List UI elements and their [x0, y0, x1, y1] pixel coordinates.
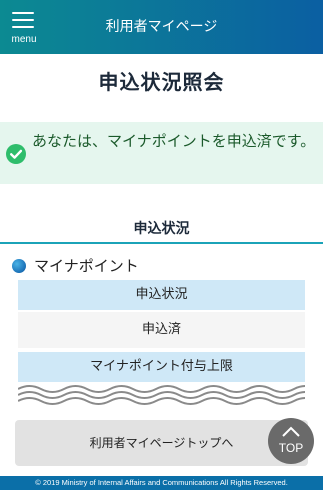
page-title: 申込状況照会	[98, 70, 225, 94]
app-header: menu 利用者マイページ	[0, 0, 323, 54]
footer-copyright: © 2019 Ministry of Internal Affairs and …	[0, 476, 323, 490]
status-value-cell: 申込済	[18, 312, 305, 348]
subsection-label: マイナポイント	[34, 257, 139, 275]
section-title: 申込状況	[133, 221, 190, 237]
section-divider	[0, 242, 323, 244]
check-circle-icon	[6, 144, 26, 164]
bullet-dot-icon	[12, 259, 26, 273]
scroll-top-label: TOP	[278, 441, 304, 455]
point-limit-header-cell: マイナポイント付与上限	[18, 352, 305, 382]
truncation-wave	[18, 385, 305, 405]
page: menu 利用者マイページ 申込状況照会 あなたは、マイナポイントを申込済です。…	[0, 0, 323, 490]
mypage-top-button[interactable]: 利用者マイページトップへ	[15, 420, 308, 466]
notice-text: あなたは、マイナポイントを申込済です。	[32, 132, 316, 150]
header-title: 利用者マイページ	[105, 19, 218, 35]
status-header-cell: 申込状況	[18, 280, 305, 310]
scroll-top-button[interactable]: TOP	[268, 418, 314, 464]
notice-banner: あなたは、マイナポイントを申込済です。	[0, 122, 323, 184]
chevron-up-icon	[282, 426, 300, 437]
